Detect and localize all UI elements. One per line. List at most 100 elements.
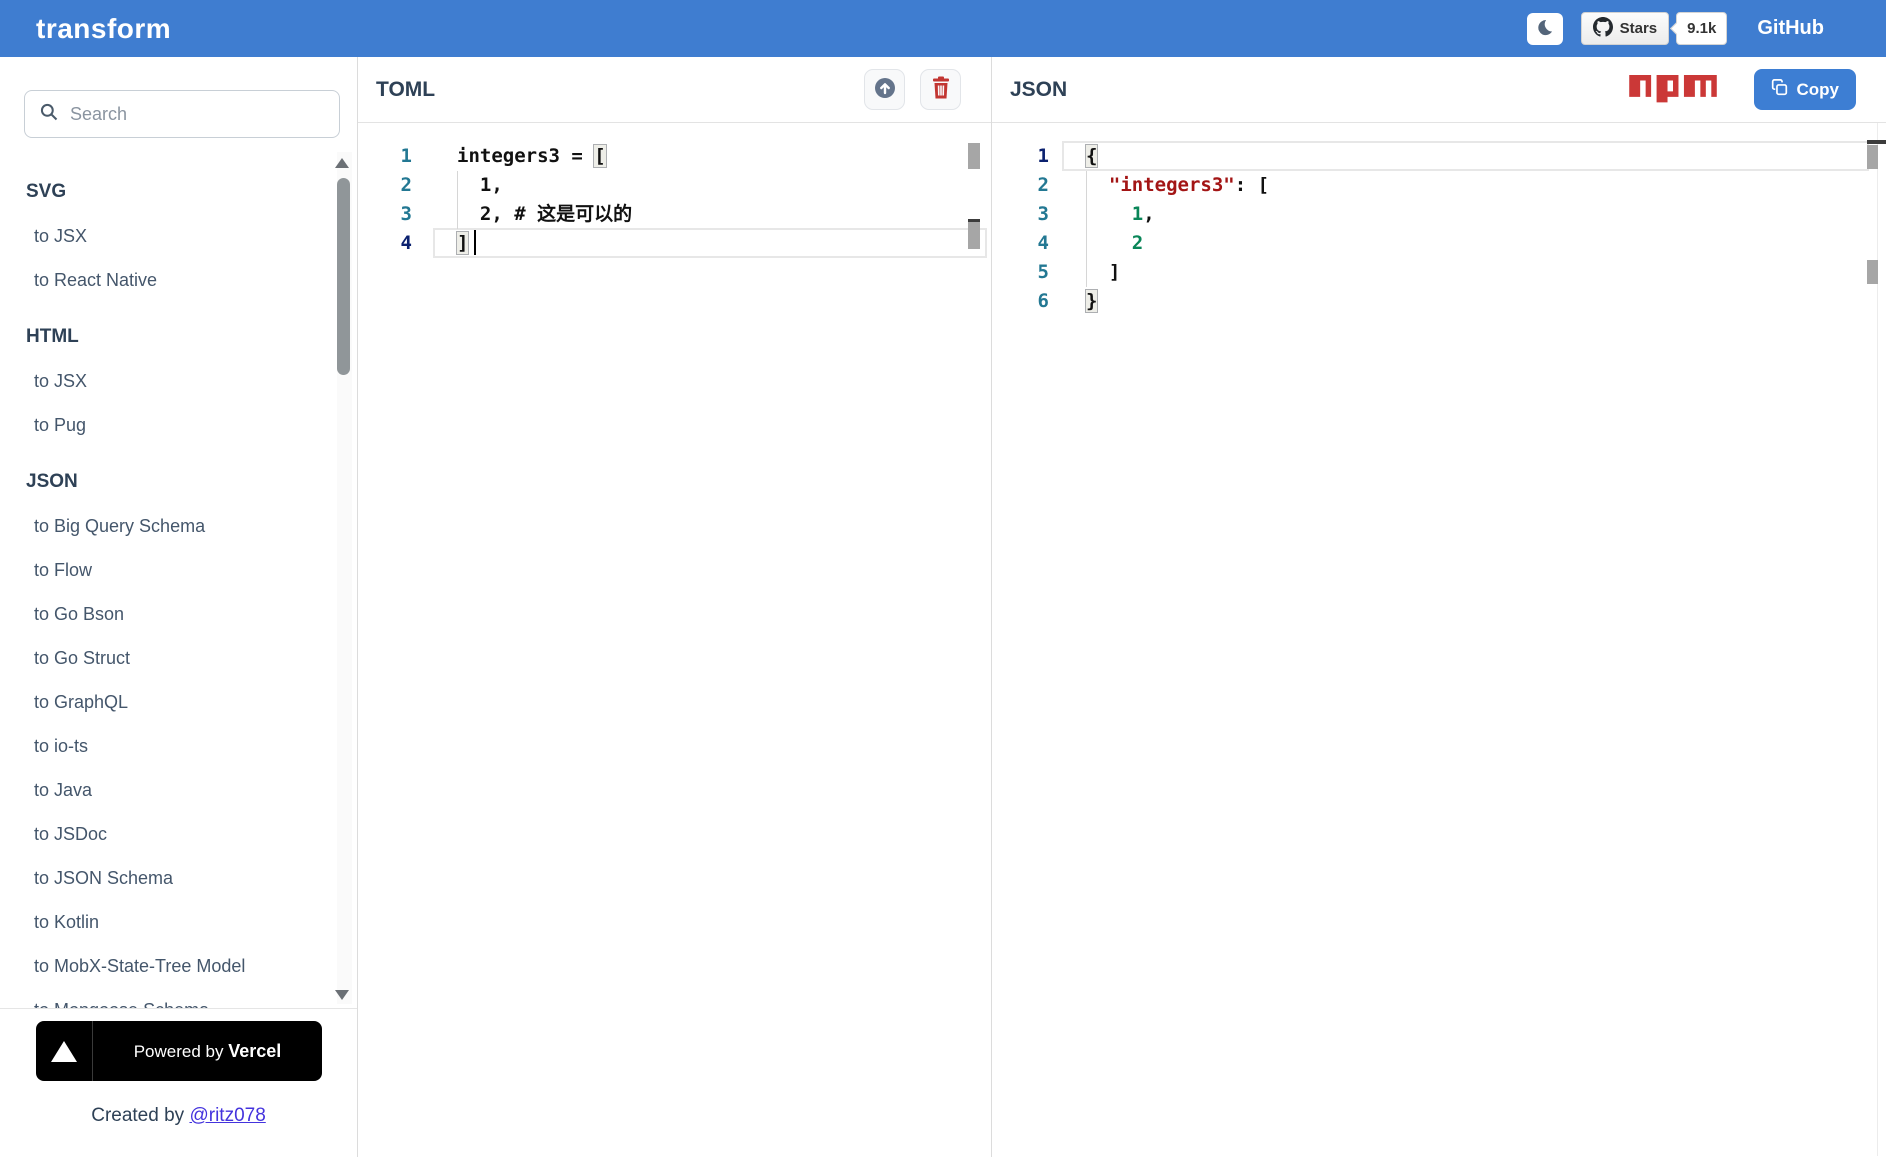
- code-line: 3 2, # 这是可以的: [358, 200, 991, 229]
- code-text: }: [1085, 289, 1099, 313]
- code-line: 4]: [358, 229, 991, 258]
- sidebar-item-to-json-schema[interactable]: to JSON Schema: [0, 856, 357, 900]
- trash-icon: [930, 76, 952, 103]
- sidebar-item-to-go-struct[interactable]: to Go Struct: [0, 636, 357, 680]
- json-overview-ruler-mark[interactable]: [1867, 260, 1878, 284]
- sidebar-item-to-java[interactable]: to Java: [0, 768, 357, 812]
- code-text: 2: [1131, 232, 1144, 254]
- vercel-logo-icon: [36, 1040, 92, 1062]
- sidebar-item-to-graphql[interactable]: to GraphQL: [0, 680, 357, 724]
- copy-button[interactable]: Copy: [1753, 69, 1856, 110]
- sidebar-item-to-mongoose-schema[interactable]: to Mongoose Schema: [0, 988, 357, 1008]
- dark-mode-toggle[interactable]: [1526, 12, 1563, 45]
- moon-icon: [1535, 18, 1554, 40]
- vercel-banner[interactable]: Powered by Vercel: [36, 1021, 322, 1081]
- sidebar-item-to-kotlin[interactable]: to Kotlin: [0, 900, 357, 944]
- code-line: 4 2: [992, 229, 1886, 258]
- search-box: [24, 90, 340, 138]
- code-text: ]: [456, 231, 470, 255]
- header-controls: Stars 9.1k GitHub: [1526, 0, 1824, 57]
- vercel-label: Powered by Vercel: [133, 1040, 282, 1061]
- stars-count-badge[interactable]: 9.1k: [1676, 12, 1728, 45]
- code-line: 5 ]: [992, 258, 1886, 287]
- toml-overview-ruler-mark[interactable]: [968, 143, 980, 169]
- line-number: 1: [400, 145, 412, 167]
- sidebar-item-to-jsx[interactable]: to JSX: [0, 214, 357, 258]
- code-text: {: [1085, 144, 1099, 168]
- app-logo[interactable]: transform: [36, 13, 171, 45]
- github-link[interactable]: GitHub: [1757, 17, 1824, 40]
- nav-section-title: HTML: [26, 326, 79, 347]
- npm-logo[interactable]: [1627, 75, 1719, 104]
- sidebar-item-to-flow[interactable]: to Flow: [0, 548, 357, 592]
- github-stars-widget: Stars 9.1k: [1580, 12, 1728, 45]
- code-line: 6}: [992, 287, 1886, 316]
- json-panel: JSON Copy 1{2 "integers3": [3 1, 4 25 ] 6}: [991, 57, 1886, 1157]
- toml-panel-header: TOML: [358, 57, 991, 123]
- code-line: 3 1,: [992, 200, 1886, 229]
- author-link[interactable]: @ritz078: [189, 1105, 265, 1126]
- search-input[interactable]: [70, 103, 320, 125]
- nav-section-title: SVG: [26, 181, 67, 202]
- sidebar-scrollbar-thumb[interactable]: [337, 178, 350, 375]
- toml-indent-guide: [457, 171, 458, 229]
- code-text: "integers3": [: [1108, 174, 1270, 196]
- scroll-down-arrow-icon[interactable]: [335, 990, 349, 1000]
- code-line: 2 1,: [358, 171, 991, 200]
- code-line: 1{: [992, 142, 1886, 171]
- converter-nav: SVG to JSX to React Native HTML to JSX to Pug…: [0, 138, 357, 1008]
- toml-overview-ruler-mark[interactable]: [968, 222, 980, 249]
- toml-panel-title: TOML: [376, 77, 436, 101]
- code-text: 2, # 这是可以的: [457, 203, 633, 225]
- json-overview-cursor-mark: [1867, 140, 1886, 144]
- json-overview-ruler-mark[interactable]: [1867, 145, 1878, 169]
- code-text: 1,: [1131, 203, 1155, 225]
- sidebar-footer-divider: [0, 1008, 357, 1009]
- sidebar-item-to-pug[interactable]: to Pug: [0, 403, 357, 447]
- json-editor[interactable]: 1{2 "integers3": [3 1, 4 25 ] 6}: [992, 123, 1886, 1156]
- sidebar: SVGto JSXto React NativeHTMLto JSXto Pug…: [0, 57, 358, 1157]
- json-indent-guide: [1086, 171, 1087, 287]
- nav-section-json: JSON to Big Query Schema to Flow to Go Bson…: [0, 460, 357, 1008]
- line-number: 4: [1037, 232, 1049, 254]
- stars-label: Stars: [1619, 20, 1658, 37]
- sidebar-item-to-mobx-state-tree-model[interactable]: to MobX-State-Tree Model: [0, 944, 357, 988]
- code-text: integers3 = [: [457, 144, 607, 168]
- github-stars-button[interactable]: Stars: [1580, 12, 1670, 45]
- sidebar-item-to-big-query-schema[interactable]: to Big Query Schema: [0, 504, 357, 548]
- nav-section-svg: SVG to JSX to React Native: [0, 170, 357, 302]
- toml-panel: TOML 1 integers3 = [2 1, 3 2, # 这是可以的 4…: [358, 57, 991, 1157]
- nav-section-title: JSON: [26, 471, 78, 492]
- toml-panel-actions: [864, 69, 961, 110]
- app-header: transform Stars 9.1k GitHub: [0, 0, 1886, 57]
- code-line: 2 "integers3": [: [992, 171, 1886, 200]
- copy-label: Copy: [1796, 79, 1840, 99]
- line-number: 3: [1037, 203, 1049, 225]
- json-panel-header: JSON Copy: [992, 57, 1886, 123]
- line-number: 4: [400, 232, 412, 254]
- copy-icon: [1771, 78, 1788, 101]
- line-number: 2: [1037, 174, 1049, 196]
- code-line: 1 integers3 = [: [358, 142, 991, 171]
- line-number: 6: [1037, 290, 1049, 312]
- scroll-up-arrow-icon[interactable]: [335, 158, 349, 168]
- line-number: 2: [400, 174, 412, 196]
- json-panel-actions: Copy: [1627, 69, 1856, 110]
- sidebar-item-to-jsdoc[interactable]: to JSDoc: [0, 812, 357, 856]
- search-icon: [39, 102, 59, 127]
- sidebar-item-to-jsx[interactable]: to JSX: [0, 359, 357, 403]
- clear-button[interactable]: [920, 69, 961, 110]
- line-number: 1: [1037, 145, 1049, 167]
- line-number: 5: [1037, 261, 1049, 283]
- upload-button[interactable]: [864, 69, 905, 110]
- code-text: ]: [1086, 261, 1121, 283]
- upload-icon: [873, 76, 897, 103]
- toml-editor[interactable]: 1 integers3 = [2 1, 3 2, # 这是可以的 4]: [358, 123, 991, 1156]
- sidebar-item-to-react-native[interactable]: to React Native: [0, 258, 357, 302]
- octocat-icon: [1592, 16, 1613, 41]
- created-by: Created by @ritz078: [91, 1105, 266, 1126]
- toml-text-cursor: [474, 230, 476, 255]
- nav-section-html: HTML to JSX to Pug: [0, 315, 357, 447]
- sidebar-item-to-go-bson[interactable]: to Go Bson: [0, 592, 357, 636]
- sidebar-item-to-io-ts[interactable]: to io-ts: [0, 724, 357, 768]
